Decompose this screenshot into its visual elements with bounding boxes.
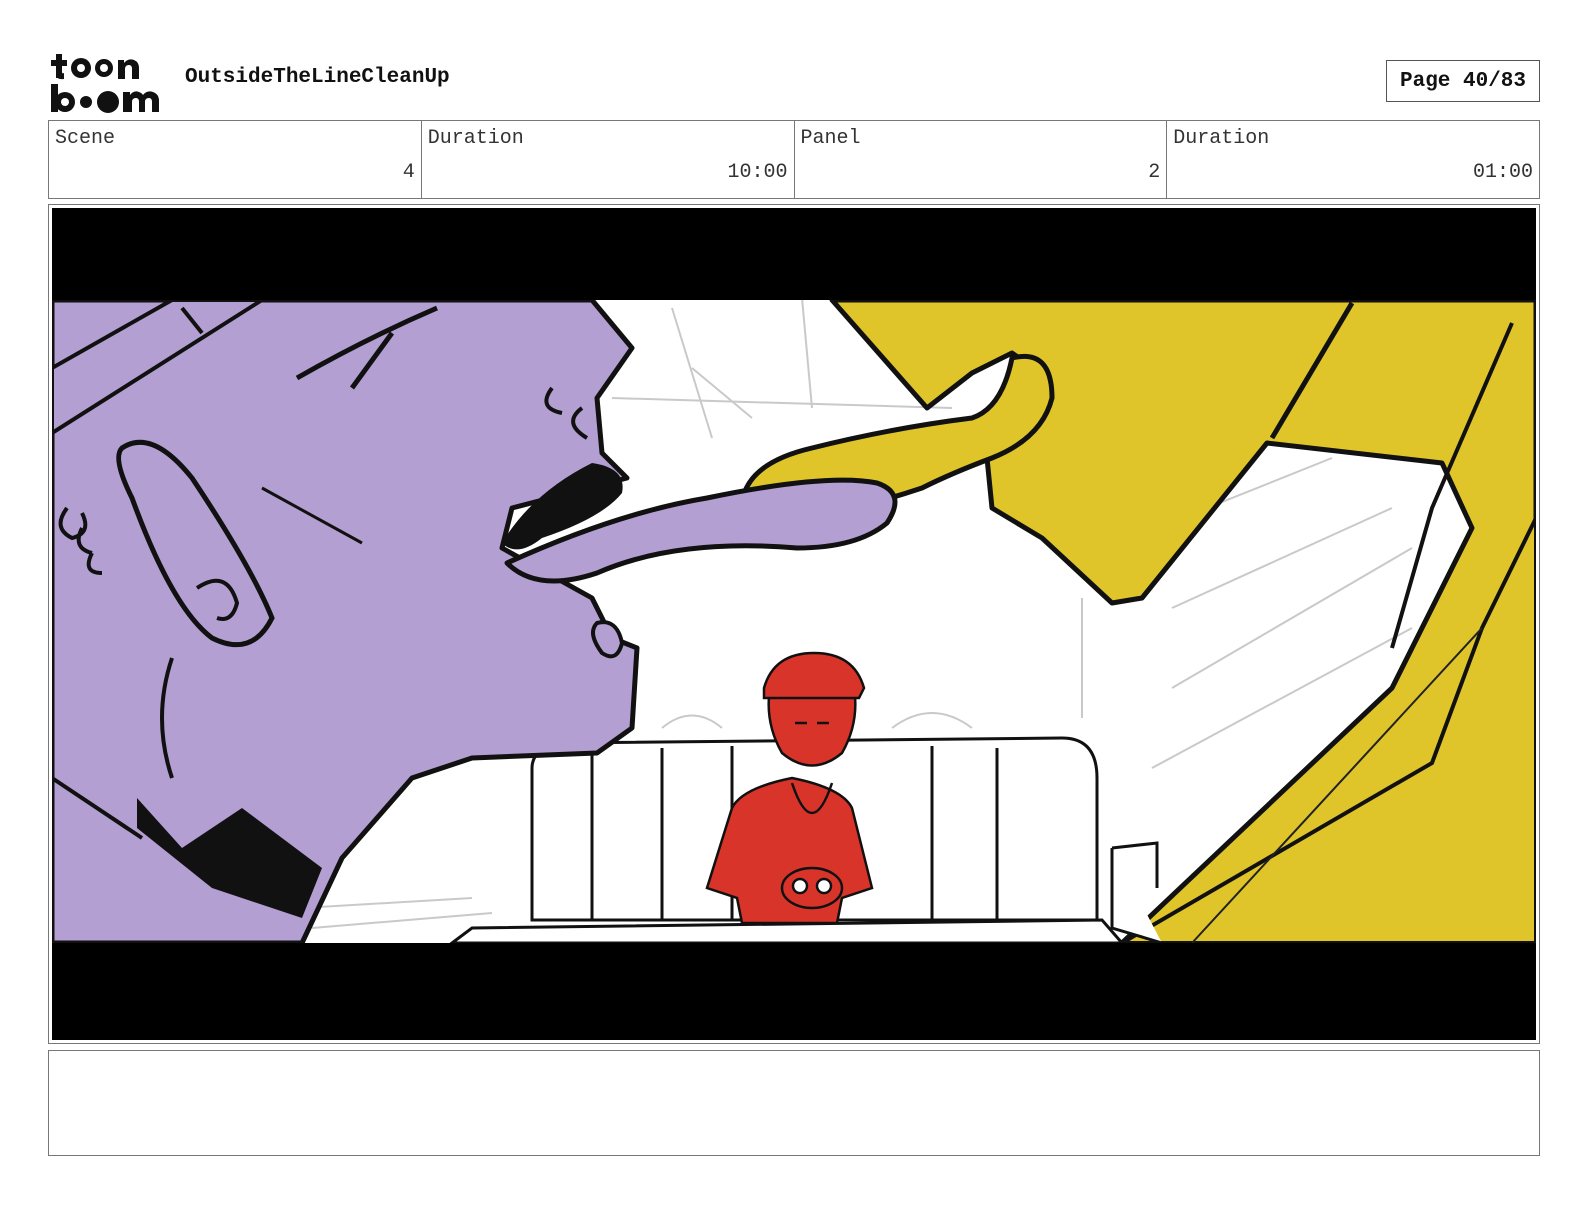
- panel-info-table: Scene 4 Duration 10:00 Panel 2 Duration …: [48, 120, 1540, 199]
- storyboard-panel-image: [52, 208, 1536, 1040]
- scene-duration-value: 10:00: [727, 161, 788, 184]
- page-number: Page 40/83: [1386, 60, 1540, 102]
- letterbox-bottom: [52, 943, 1536, 1040]
- letterbox-top: [52, 208, 1536, 300]
- scene-number: 4: [402, 161, 415, 184]
- toonboom-logo: [51, 54, 159, 113]
- panel-duration-cell: Duration 01:00: [1167, 121, 1539, 198]
- panel-duration-value: 01:00: [1472, 161, 1533, 184]
- project-title: OutsideTheLineCleanUp: [185, 66, 450, 89]
- panel-number: 2: [1148, 161, 1161, 184]
- scene-label: Scene: [55, 127, 116, 150]
- panel-cell: Panel 2: [795, 121, 1168, 198]
- panel-notes-box: [48, 1050, 1540, 1156]
- scene-duration-label: Duration: [427, 127, 524, 150]
- panel-label: Panel: [800, 127, 861, 150]
- panel-duration-label: Duration: [1173, 127, 1270, 150]
- scene-cell: Scene 4: [49, 121, 422, 198]
- scene-duration-cell: Duration 10:00: [422, 121, 795, 198]
